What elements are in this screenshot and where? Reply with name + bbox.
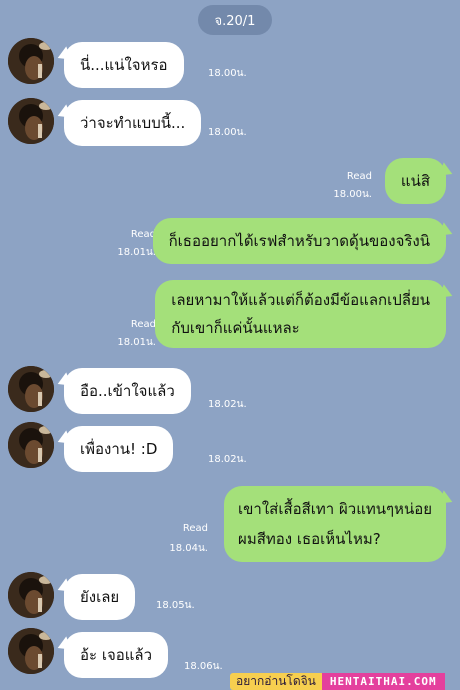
message-text: อือ..เข้าใจแล้ว bbox=[80, 382, 175, 400]
message-bubble-outgoing[interactable]: แน่สิ bbox=[384, 158, 446, 204]
message-time: 18.00น. bbox=[208, 127, 247, 138]
message-time: 18.05น. bbox=[156, 600, 195, 611]
contact-avatar[interactable] bbox=[8, 572, 54, 618]
message-time: 18.06น. bbox=[184, 661, 223, 672]
message-text: แน่สิ bbox=[400, 172, 430, 190]
message-text: ยังเลย bbox=[80, 588, 120, 606]
message-time: 18.01น. bbox=[117, 247, 156, 258]
contact-avatar[interactable] bbox=[8, 98, 54, 144]
message-time: 18.02น. bbox=[208, 399, 247, 410]
banner-site-name: HENTAITHAI.COM bbox=[321, 673, 445, 690]
message-text-line: กับเขาก็แค่นั้นแหละ bbox=[171, 319, 300, 337]
contact-avatar[interactable] bbox=[8, 366, 54, 412]
read-status: Read bbox=[346, 171, 372, 182]
message-bubble-incoming[interactable]: อือ..เข้าใจแล้ว bbox=[64, 368, 191, 414]
message-text-line: ผมสีทอง เธอเห็นไหม? bbox=[238, 530, 381, 548]
message-bubble-incoming[interactable]: เพื่องาน! :D bbox=[64, 426, 174, 472]
message-text: ก็เธออยากได้เรฟสำหรับวาดดุ้นของจริงนิ bbox=[168, 232, 430, 250]
message-text-line: เลยหามาให้แล้วแต่ก็ต้องมีข้อแลกเปลี่ยน bbox=[171, 291, 430, 309]
message-bubble-incoming[interactable]: ยังเลย bbox=[64, 574, 136, 620]
message-text: เพื่องาน! :D bbox=[80, 440, 158, 458]
read-status: Read bbox=[182, 523, 208, 534]
message-time: 18.01น. bbox=[117, 337, 156, 348]
message-bubble-incoming[interactable]: ว่าจะทำแบบนี้... bbox=[64, 100, 202, 146]
message-bubble-outgoing[interactable]: ก็เธออยากได้เรฟสำหรับวาดดุ้นของจริงนิ bbox=[152, 218, 446, 264]
date-separator: จ.20/1 bbox=[198, 5, 272, 35]
message-text: ว่าจะทำแบบนี้... bbox=[80, 114, 186, 132]
message-time: 18.04น. bbox=[169, 543, 208, 554]
read-status: Read bbox=[130, 319, 156, 330]
message-bubble-outgoing[interactable]: เขาใส่เสื้อสีเทา ผิวแทนๆหน่อย ผมสีทอง เธ… bbox=[224, 486, 446, 562]
message-text: อ้ะ เจอแล้ว bbox=[80, 646, 153, 664]
contact-avatar[interactable] bbox=[8, 628, 54, 674]
message-text-line: เขาใส่เสื้อสีเทา ผิวแทนๆหน่อย bbox=[238, 500, 432, 518]
message-bubble-outgoing[interactable]: เลยหามาให้แล้วแต่ก็ต้องมีข้อแลกเปลี่ยน ก… bbox=[155, 280, 446, 348]
watermark-banner[interactable]: อยากอ่านโดจิน HENTAITHAI.COM bbox=[230, 673, 445, 690]
message-bubble-incoming[interactable]: นี่...แน่ใจหรอ bbox=[64, 42, 184, 88]
banner-promo-text: อยากอ่านโดจิน bbox=[230, 673, 322, 690]
contact-avatar[interactable] bbox=[8, 38, 54, 84]
contact-avatar[interactable] bbox=[8, 422, 54, 468]
message-time: 18.00น. bbox=[333, 189, 372, 200]
message-time: 18.02น. bbox=[208, 454, 247, 465]
message-text: นี่...แน่ใจหรอ bbox=[80, 56, 168, 74]
message-time: 18.00น. bbox=[208, 68, 247, 79]
message-bubble-incoming[interactable]: อ้ะ เจอแล้ว bbox=[64, 632, 169, 678]
